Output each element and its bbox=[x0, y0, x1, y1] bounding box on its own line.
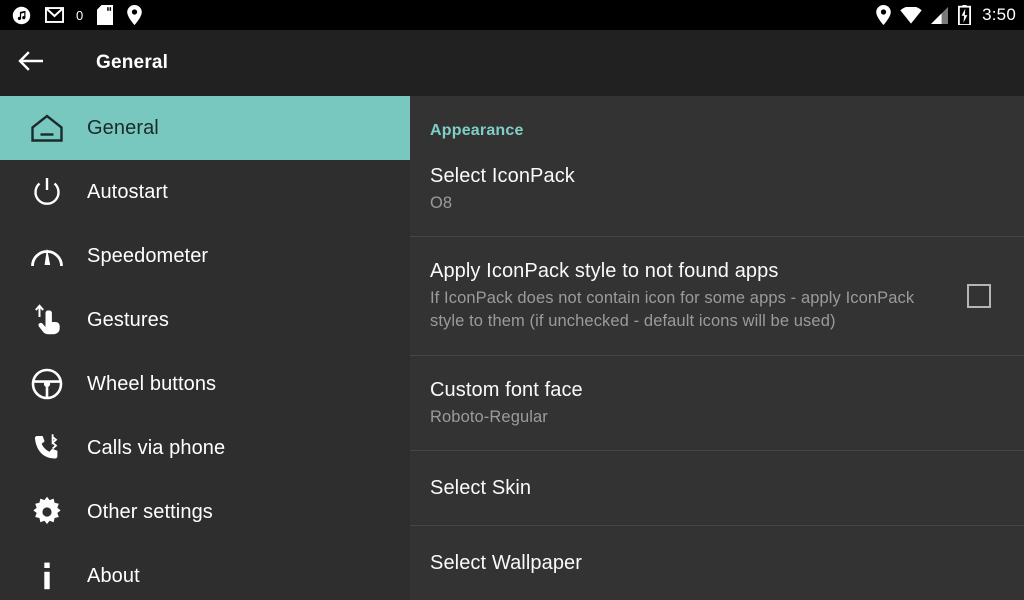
steering-wheel-icon bbox=[28, 365, 66, 403]
sidebar-item-calls-via-phone[interactable]: Calls via phone bbox=[0, 416, 410, 480]
location-pin-icon bbox=[876, 5, 891, 25]
sidebar-item-label: General bbox=[87, 117, 159, 140]
music-note-icon bbox=[12, 6, 31, 25]
battery-charging-icon bbox=[958, 5, 971, 25]
apply-iconpack-style-checkbox[interactable] bbox=[967, 284, 991, 308]
pref-text-block: Custom font face Roboto-Regular bbox=[430, 378, 1024, 429]
sidebar-item-label: About bbox=[87, 565, 140, 588]
pref-title: Select IconPack bbox=[430, 164, 932, 188]
info-icon bbox=[28, 557, 66, 595]
gmail-icon bbox=[45, 7, 64, 23]
section-header-appearance: Appearance bbox=[410, 96, 1024, 140]
sidebar-item-label: Calls via phone bbox=[87, 437, 225, 460]
pref-text-block: Select Wallpaper bbox=[430, 551, 1024, 575]
sidebar-item-label: Other settings bbox=[87, 501, 213, 524]
sidebar-item-gestures[interactable]: Gestures bbox=[0, 288, 410, 352]
sidebar-item-about[interactable]: About bbox=[0, 544, 410, 600]
page-title: General bbox=[96, 52, 168, 74]
pref-title: Select Wallpaper bbox=[430, 551, 932, 575]
home-icon bbox=[28, 109, 66, 147]
pref-select-wallpaper[interactable]: Select Wallpaper bbox=[410, 526, 1024, 600]
pref-title: Apply IconPack style to not found apps bbox=[430, 259, 932, 283]
speedometer-icon bbox=[28, 237, 66, 275]
sidebar-item-general[interactable]: General bbox=[0, 96, 410, 160]
app-toolbar: General bbox=[0, 30, 1024, 96]
preferences-panel: Appearance Select IconPack O8 Apply Icon… bbox=[410, 96, 1024, 600]
pref-select-skin[interactable]: Select Skin bbox=[410, 451, 1024, 525]
pref-text-block: Select IconPack O8 bbox=[430, 164, 1024, 215]
pref-apply-iconpack-style[interactable]: Apply IconPack style to not found apps I… bbox=[410, 237, 1024, 355]
pref-custom-font-face[interactable]: Custom font face Roboto-Regular bbox=[410, 356, 1024, 450]
sidebar-item-label: Wheel buttons bbox=[87, 373, 216, 396]
status-bar: 0 bbox=[0, 0, 1024, 30]
wifi-icon bbox=[900, 7, 922, 24]
pref-title: Select Skin bbox=[430, 476, 932, 500]
arrow-left-icon bbox=[17, 50, 45, 77]
sidebar-item-wheel-buttons[interactable]: Wheel buttons bbox=[0, 352, 410, 416]
settings-screen: 0 bbox=[0, 0, 1024, 600]
hand-swipe-icon bbox=[28, 301, 66, 339]
pref-summary: If IconPack does not contain icon for so… bbox=[430, 287, 932, 333]
pref-summary: O8 bbox=[430, 192, 932, 215]
main-content-row: General Autostart Spee bbox=[0, 96, 1024, 600]
sidebar-item-label: Autostart bbox=[87, 181, 168, 204]
pref-title: Custom font face bbox=[430, 378, 932, 402]
settings-sidebar: General Autostart Spee bbox=[0, 96, 410, 600]
back-button[interactable] bbox=[0, 30, 62, 96]
pref-summary: Roboto-Regular bbox=[430, 406, 932, 429]
cell-signal-icon bbox=[931, 7, 949, 24]
pref-text-block: Apply IconPack style to not found apps I… bbox=[430, 259, 1024, 333]
status-bar-left-icons: 0 bbox=[12, 5, 876, 25]
pref-select-iconpack[interactable]: Select IconPack O8 bbox=[410, 140, 1024, 236]
sidebar-item-autostart[interactable]: Autostart bbox=[0, 160, 410, 224]
phone-bluetooth-icon bbox=[28, 429, 66, 467]
status-bar-right-icons: 3:50 bbox=[876, 5, 1016, 25]
pref-text-block: Select Skin bbox=[430, 476, 1024, 500]
notification-count-zero: 0 bbox=[76, 9, 83, 22]
sidebar-item-other-settings[interactable]: Other settings bbox=[0, 480, 410, 544]
location-pin-icon bbox=[127, 5, 142, 25]
power-icon bbox=[28, 173, 66, 211]
sidebar-item-speedometer[interactable]: Speedometer bbox=[0, 224, 410, 288]
sd-card-icon bbox=[97, 5, 113, 25]
gear-icon bbox=[28, 493, 66, 531]
sidebar-item-label: Gestures bbox=[87, 309, 169, 332]
sidebar-item-label: Speedometer bbox=[87, 245, 208, 268]
status-bar-clock: 3:50 bbox=[982, 5, 1016, 25]
